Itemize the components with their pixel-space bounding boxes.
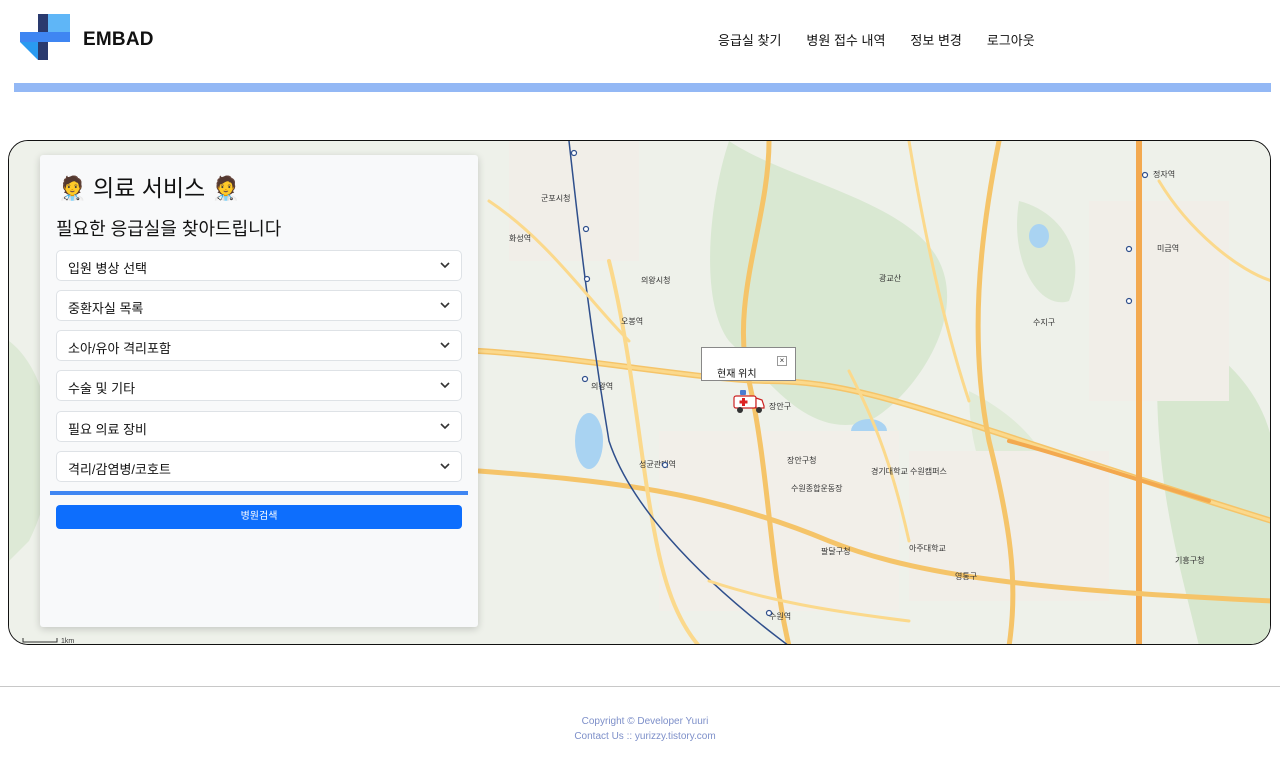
map-label: 수원종합운동장	[791, 483, 843, 493]
map-label: 의왕시청	[641, 275, 670, 285]
map-label: 팔달구청	[821, 546, 850, 556]
select-medical-equipment[interactable]: 필요 의료 장비	[56, 411, 462, 442]
map-label: 오봉역	[621, 316, 643, 326]
select-surgery-etc[interactable]: 수술 및 기타	[56, 370, 462, 401]
map-label: 장안구청	[787, 455, 816, 465]
select-label: 중환자실 목록	[68, 301, 144, 316]
nav-edit-info[interactable]: 정보 변경	[910, 30, 961, 49]
ambulance-marker-icon[interactable]	[732, 386, 766, 416]
popup-text: 현재 위치	[717, 369, 757, 380]
select-admission-bed[interactable]: 입원 병상 선택	[56, 250, 462, 281]
map-label: 경기대학교 수원캠퍼스	[871, 466, 947, 476]
chevron-down-icon	[440, 423, 450, 430]
select-label: 필요 의료 장비	[68, 422, 147, 437]
select-label: 소아/유아 격리포함	[68, 341, 171, 356]
map-label: 기흥구청	[1175, 555, 1204, 565]
logo-icon[interactable]	[20, 14, 70, 60]
close-icon[interactable]: ×	[777, 356, 787, 366]
map-label: 수원역	[769, 611, 791, 621]
map-label: 화성역	[509, 233, 531, 243]
chevron-down-icon	[440, 342, 450, 349]
header-divider-bar	[14, 83, 1271, 92]
footer-contact[interactable]: Contact Us :: yurizzy.tistory.com	[0, 731, 1280, 742]
panel-title: 🧑‍⚕️ 의료 서비스 🧑‍⚕️	[58, 169, 240, 203]
main-nav: 응급실 찾기 병원 접수 내역 정보 변경 로그아웃	[718, 30, 1060, 49]
select-pediatric-isolation[interactable]: 소아/유아 격리포함	[56, 330, 462, 361]
nav-find-er[interactable]: 응급실 찾기	[718, 30, 781, 49]
search-panel: 🧑‍⚕️ 의료 서비스 🧑‍⚕️ 필요한 응급실을 찾아드립니다 입원 병상 선…	[40, 155, 478, 627]
map-label: 장안구	[769, 401, 791, 411]
panel-title-text: 의료 서비스	[93, 175, 206, 201]
map-label: 성균관대역	[639, 459, 676, 469]
doctor-icon: 🧑‍⚕️	[58, 176, 87, 202]
map-label: 정자역	[1153, 169, 1175, 179]
select-icu-list[interactable]: 중환자실 목록	[56, 290, 462, 321]
map-label: 수지구	[1033, 318, 1055, 327]
map-scale-label: 1km	[61, 638, 74, 645]
chevron-down-icon	[440, 382, 450, 389]
select-label: 수술 및 기타	[68, 381, 136, 396]
doctor-icon: 🧑‍⚕️	[211, 176, 241, 202]
progress-bar	[50, 491, 468, 495]
select-label: 입원 병상 선택	[68, 261, 147, 276]
chevron-down-icon	[440, 302, 450, 309]
brand-name[interactable]: EMBAD	[83, 29, 154, 51]
nav-reception-history[interactable]: 병원 접수 내역	[806, 30, 885, 49]
chevron-down-icon	[440, 463, 450, 470]
current-location-popup: × 현재 위치	[701, 347, 796, 381]
map-label: 광교산	[879, 273, 902, 283]
select-isolation-cohort[interactable]: 격리/감염병/코호트	[56, 451, 462, 482]
map-label: 군포시청	[541, 194, 570, 203]
select-label: 격리/감염병/코호트	[68, 462, 171, 477]
footer-copyright: Copyright © Developer Yuuri	[581, 716, 709, 727]
map-label: 미금역	[1157, 243, 1179, 253]
map-label: 영통구	[955, 571, 977, 581]
hospital-search-button[interactable]: 병원검색	[56, 505, 462, 529]
nav-logout[interactable]: 로그아웃	[987, 30, 1035, 49]
map-label: 의왕역	[591, 381, 613, 391]
footer-divider	[0, 686, 1280, 687]
header: EMBAD 응급실 찾기 병원 접수 내역 정보 변경 로그아웃	[0, 0, 1280, 80]
chevron-down-icon	[440, 262, 450, 269]
map-label: 아주대학교	[909, 543, 946, 553]
panel-subtitle: 필요한 응급실을 찾아드립니다	[56, 219, 282, 239]
